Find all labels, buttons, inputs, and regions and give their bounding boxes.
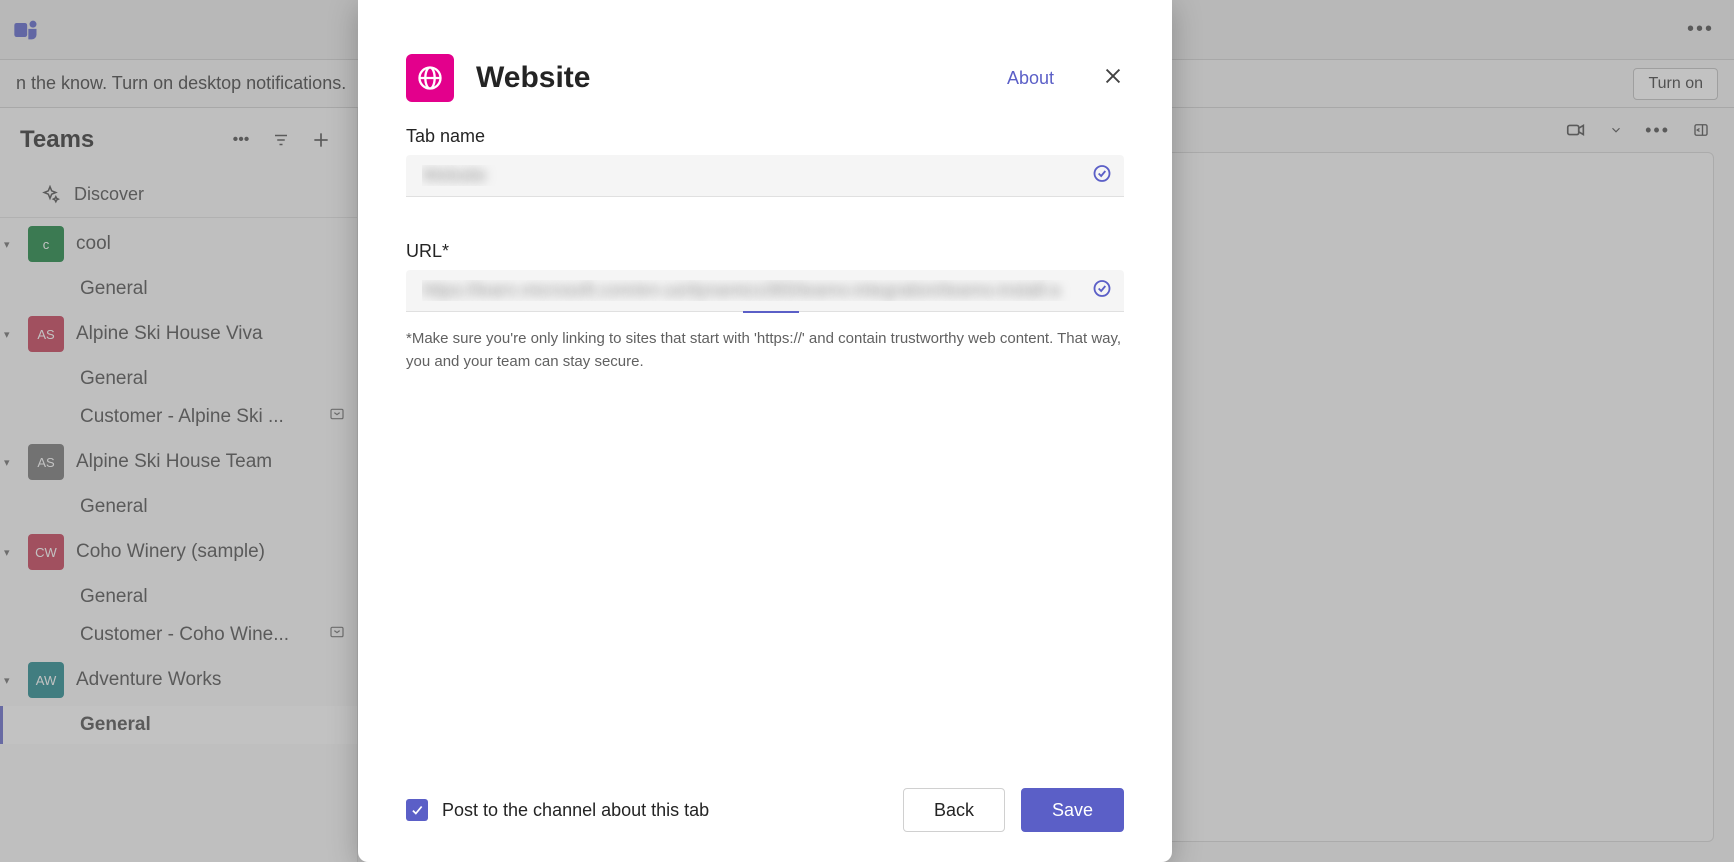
globe-icon <box>406 54 454 102</box>
check-circle-icon <box>1092 164 1112 189</box>
modal-title: Website <box>476 61 985 95</box>
about-link[interactable]: About <box>1007 68 1054 89</box>
close-icon[interactable] <box>1102 65 1124 92</box>
tab-name-input[interactable] <box>406 155 1124 197</box>
tab-name-label: Tab name <box>406 126 1124 147</box>
url-help-text: *Make sure you're only linking to sites … <box>406 328 1124 373</box>
url-input[interactable] <box>406 270 1124 312</box>
post-checkbox-label: Post to the channel about this tab <box>442 800 709 821</box>
save-button[interactable]: Save <box>1021 788 1124 832</box>
check-circle-icon <box>1092 279 1112 304</box>
checkbox-checked-icon <box>406 799 428 821</box>
add-tab-modal: Website About Tab name URL* *Make sure y… <box>358 0 1172 862</box>
post-to-channel-checkbox[interactable]: Post to the channel about this tab <box>406 799 709 821</box>
back-button[interactable]: Back <box>903 788 1005 832</box>
url-label: URL* <box>406 241 1124 262</box>
input-focus-indicator <box>743 311 799 313</box>
